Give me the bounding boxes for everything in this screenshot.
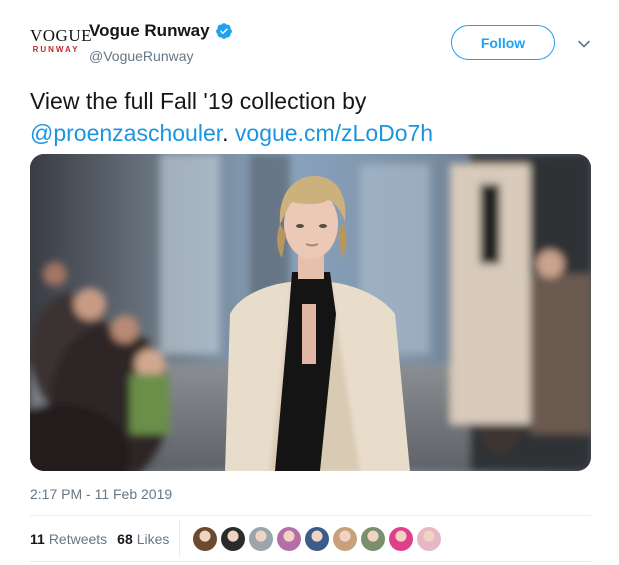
account-handle[interactable]: @VogueRunway [89, 48, 194, 64]
display-name-row[interactable]: Vogue Runway [89, 21, 233, 41]
tweet-text: View the full Fall '19 collection by @pr… [30, 85, 600, 149]
liker-avatar[interactable] [389, 527, 413, 551]
retweets-stat[interactable]: 11 Retweets [30, 531, 107, 547]
account-avatar-logo[interactable]: VOGUE RUNWAY [30, 26, 92, 63]
liker-avatar[interactable] [221, 527, 245, 551]
liker-avatar[interactable] [361, 527, 385, 551]
liker-avatar[interactable] [249, 527, 273, 551]
mention-link[interactable]: @proenzaschouler [30, 120, 222, 146]
display-name[interactable]: Vogue Runway [89, 21, 210, 41]
chevron-down-icon[interactable] [577, 37, 591, 51]
divider [30, 515, 591, 516]
verified-badge-icon [215, 23, 232, 39]
liker-avatar[interactable] [305, 527, 329, 551]
liker-avatar[interactable] [193, 527, 217, 551]
likes-stat[interactable]: 68 Likes [117, 531, 169, 547]
liker-avatar[interactable] [417, 527, 441, 551]
tweet-stats: 11 Retweets 68 Likes [30, 531, 179, 547]
follow-button[interactable]: Follow [451, 25, 555, 60]
liker-avatars [193, 527, 445, 551]
tweet-text-plain: View the full Fall '19 collection by [30, 88, 367, 114]
likes-count: 68 [117, 531, 133, 547]
likes-label: Likes [136, 531, 170, 547]
url-link[interactable]: vogue.cm/zLoDo7h [235, 120, 433, 146]
tweet-photo[interactable] [30, 154, 591, 471]
runway-photo-image [30, 154, 591, 471]
retweets-count: 11 [30, 531, 45, 547]
stats-separator [179, 520, 180, 556]
tweet-header: VOGUE RUNWAY Vogue Runway @VogueRunway F… [0, 0, 619, 80]
tweet-timestamp[interactable]: 2:17 PM - 11 Feb 2019 [30, 486, 172, 502]
divider [30, 561, 591, 562]
liker-avatar[interactable] [333, 527, 357, 551]
logo-runway-text: RUNWAY [32, 45, 80, 54]
liker-avatar[interactable] [277, 527, 301, 551]
retweets-label: Retweets [48, 531, 108, 547]
logo-vogue-text: VOGUE [30, 26, 92, 45]
tweet-text-period: . [222, 120, 229, 146]
